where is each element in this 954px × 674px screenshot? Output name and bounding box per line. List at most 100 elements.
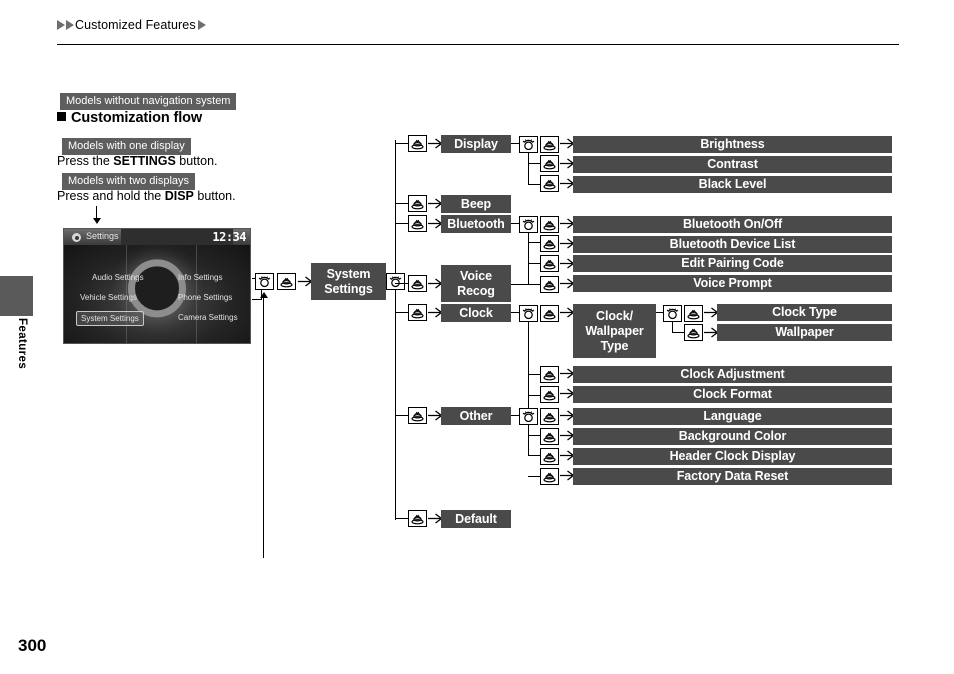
flow-box-black-level[interactable]: Black Level xyxy=(573,176,892,193)
instruction-two-displays: Press and hold the DISP button. xyxy=(57,189,236,203)
device-btn-vehicle-settings[interactable]: Vehicle Settings xyxy=(76,291,141,304)
link-clock xyxy=(511,312,519,313)
breadcrumb-left-arrow-1 xyxy=(57,19,65,30)
press-button-icon xyxy=(540,468,559,485)
flow-box-voice-prompt[interactable]: Voice Prompt xyxy=(573,275,892,292)
device-btn-audio-settings[interactable]: Audio Settings xyxy=(88,271,148,284)
stub-background-color xyxy=(528,435,540,436)
press-button-icon xyxy=(408,135,427,152)
device-center-knob[interactable] xyxy=(128,259,186,318)
link-display xyxy=(511,143,519,144)
flow-box-bluetooth-device-list[interactable]: Bluetooth Device List xyxy=(573,236,892,253)
stub-wallpaper xyxy=(672,332,684,333)
flow-box-factory-data-reset[interactable]: Factory Data Reset xyxy=(573,468,892,485)
flow-box-clock[interactable]: Clock xyxy=(441,304,511,322)
press-button-icon xyxy=(540,155,559,172)
flow-box-display[interactable]: Display xyxy=(441,135,511,153)
section-tab-marker xyxy=(0,276,33,316)
spine-root-lower xyxy=(395,290,396,520)
page-number: 300 xyxy=(18,636,47,655)
flow-box-wallpaper[interactable]: Wallpaper xyxy=(717,324,892,341)
flow-box-header-clock-display[interactable]: Header Clock Display xyxy=(573,448,892,465)
flow-box-clock-type[interactable]: Clock Type xyxy=(717,304,892,321)
flow-box-other[interactable]: Other xyxy=(441,407,511,425)
stub-bt-device-list xyxy=(528,242,540,243)
press-button-icon xyxy=(540,366,559,383)
press-button-icon xyxy=(540,408,559,425)
flow-box-contrast[interactable]: Contrast xyxy=(573,156,892,173)
instruction-one-display: Press the SETTINGS button. xyxy=(57,154,218,168)
device-btn-camera-settings[interactable]: Camera Settings xyxy=(174,311,242,324)
flow-box-voice-recog[interactable]: Voice Recog xyxy=(441,265,511,302)
link-bluetooth xyxy=(511,223,519,224)
breadcrumb: Customized Features xyxy=(57,16,899,40)
flow-box-clock-adjustment[interactable]: Clock Adjustment xyxy=(573,366,892,383)
rotate-dial-icon xyxy=(386,273,405,290)
stub-clock-format xyxy=(528,395,540,396)
breadcrumb-label: Customized Features xyxy=(75,17,196,32)
stub-factory-data-reset xyxy=(528,476,540,477)
link-cw-type xyxy=(656,312,663,313)
stub-other xyxy=(395,415,409,416)
press-button-icon xyxy=(540,255,559,272)
page-title: Customization flow xyxy=(57,110,202,126)
stub-beep xyxy=(395,203,409,204)
instr2-post: button. xyxy=(193,189,236,203)
device-screen: Audio Settings Info Settings Vehicle Set… xyxy=(63,228,251,344)
stub-bluetooth xyxy=(395,223,409,224)
press-button-icon xyxy=(540,386,559,403)
flow-box-default[interactable]: Default xyxy=(441,510,511,528)
arrow-down-head xyxy=(93,218,101,224)
home-icon[interactable] xyxy=(72,233,81,242)
spine-display xyxy=(528,153,529,185)
press-button-icon xyxy=(540,276,559,293)
manual-page: Customized Features Features 300 Models … xyxy=(0,0,954,674)
press-button-icon xyxy=(408,275,427,292)
press-button-icon xyxy=(277,273,296,290)
flow-box-bluetooth[interactable]: Bluetooth xyxy=(441,215,511,233)
flow-box-beep[interactable]: Beep xyxy=(441,195,511,213)
instr1-bold: SETTINGS xyxy=(113,154,176,168)
device-btn-system-settings[interactable]: System Settings xyxy=(76,311,144,326)
badge-models-without-nav: Models without navigation system xyxy=(60,93,237,110)
breadcrumb-right-arrow xyxy=(197,19,206,30)
flow-box-cw-type-line1: Clock/ xyxy=(596,308,633,323)
flow-box-brightness[interactable]: Brightness xyxy=(573,136,892,153)
instr1-pre: Press the xyxy=(57,154,114,168)
stub-black-level xyxy=(528,184,540,185)
device-clock: 12:34 xyxy=(212,230,246,244)
device-btn-info-settings[interactable]: Info Settings xyxy=(174,271,226,284)
press-button-icon xyxy=(540,305,559,322)
rotate-dial-icon xyxy=(663,305,682,322)
rotate-dial-icon xyxy=(519,305,538,322)
flow-box-clock-wallpaper-type[interactable]: Clock/ Wallpaper Type xyxy=(573,304,656,358)
flow-box-cw-type-line3: Type xyxy=(600,338,629,353)
press-button-icon xyxy=(408,195,427,212)
flow-box-cw-type-line2: Wallpaper xyxy=(585,323,644,338)
trunk-from-device xyxy=(263,298,264,558)
flow-box-system-settings-line1: System xyxy=(326,266,371,281)
flow-box-bluetooth-on-off[interactable]: Bluetooth On/Off xyxy=(573,216,892,233)
stub-bt-edit-pairing xyxy=(528,263,540,264)
stub-contrast xyxy=(528,163,540,164)
press-button-icon xyxy=(684,305,703,322)
link-voice-recog xyxy=(511,284,540,285)
flow-box-system-settings[interactable]: System Settings xyxy=(311,263,386,300)
press-button-icon xyxy=(540,235,559,252)
trunk-arrow-head xyxy=(260,292,268,298)
press-button-icon xyxy=(540,448,559,465)
press-button-icon xyxy=(408,510,427,527)
device-btn-phone-settings[interactable]: Phone Settings xyxy=(174,291,236,304)
flow-box-clock-format[interactable]: Clock Format xyxy=(573,386,892,403)
stub-clock-adjustment xyxy=(528,374,540,375)
instr2-bold: DISP xyxy=(164,189,194,203)
rotate-dial-icon xyxy=(519,408,538,425)
header-divider xyxy=(57,44,899,45)
instr2-pre: Press and hold the xyxy=(57,189,165,203)
press-button-icon xyxy=(408,215,427,232)
flow-box-background-color[interactable]: Background Color xyxy=(573,428,892,445)
rotate-dial-icon xyxy=(519,136,538,153)
press-button-icon xyxy=(540,428,559,445)
flow-box-edit-pairing-code[interactable]: Edit Pairing Code xyxy=(573,255,892,272)
flow-box-language[interactable]: Language xyxy=(573,408,892,425)
